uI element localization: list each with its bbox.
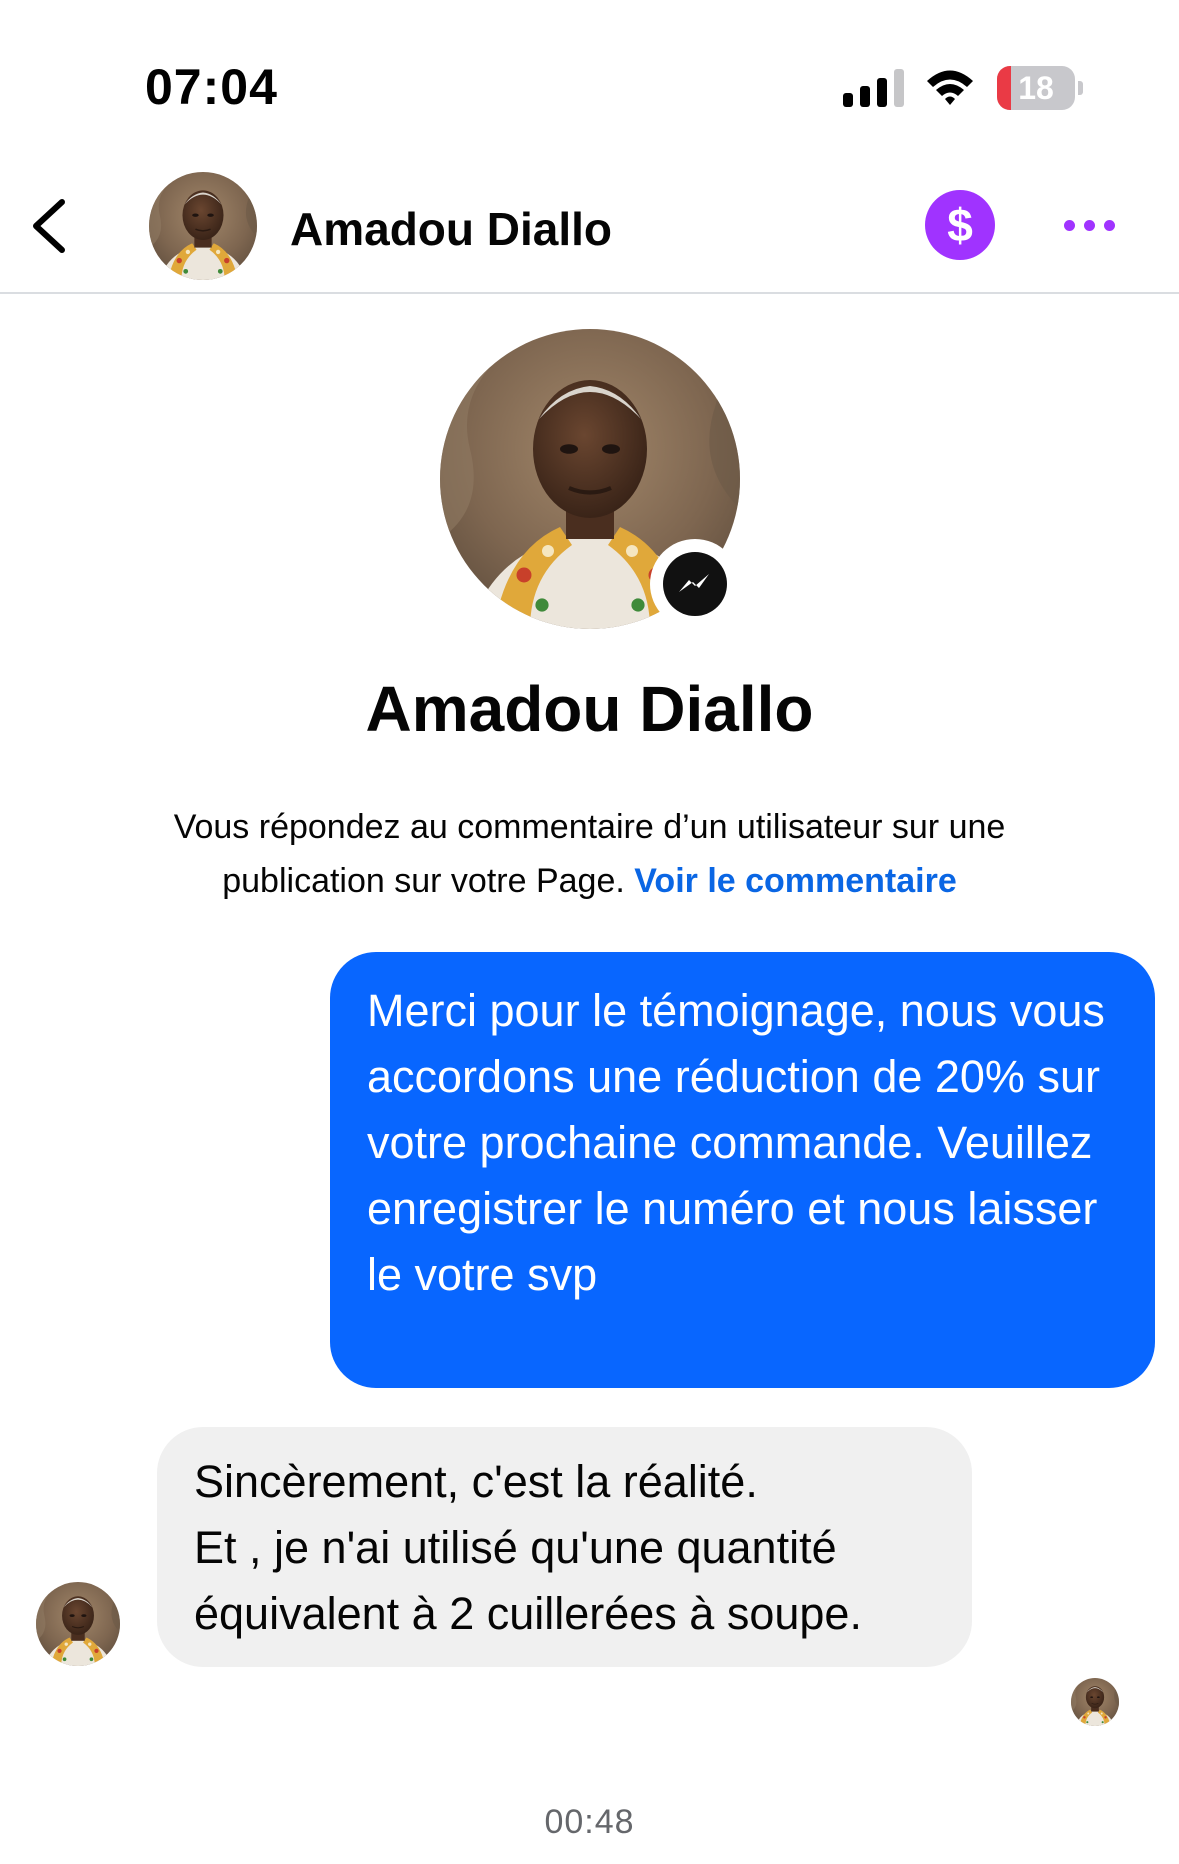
battery-tip xyxy=(1078,81,1083,95)
payment-button[interactable]: $ xyxy=(925,190,995,260)
messenger-icon xyxy=(679,574,709,592)
incoming-message-line-1: Sincèrement, c'est la réalité. xyxy=(194,1456,758,1507)
cellular-signal-icon xyxy=(843,69,904,107)
view-comment-link[interactable]: Voir le commentaire xyxy=(634,862,957,900)
status-bar: 07:04 18 xyxy=(0,0,1179,150)
wifi-icon xyxy=(927,70,973,105)
header-avatar[interactable] xyxy=(149,172,257,280)
context-note: Vous répondez au commentaire d’un utilis… xyxy=(100,800,1079,908)
avatar-image xyxy=(149,172,257,280)
incoming-message[interactable]: Sincèrement, c'est la réalité. Et , je n… xyxy=(157,1427,972,1667)
profile-name: Amadou Diallo xyxy=(365,673,814,745)
more-options-button[interactable] xyxy=(1058,202,1122,248)
outgoing-message[interactable]: Merci pour le témoignage, nous vous acco… xyxy=(330,952,1155,1388)
back-button[interactable] xyxy=(22,190,78,262)
avatar-image xyxy=(36,1582,120,1666)
voice-timestamp: 00:48 xyxy=(544,1803,635,1841)
status-time: 07:04 xyxy=(145,59,278,115)
back-chevron-icon xyxy=(33,199,65,253)
battery-level: 18 xyxy=(1018,70,1054,106)
battery-indicator: 18 xyxy=(997,66,1083,110)
read-receipt-avatar xyxy=(1071,1678,1119,1726)
header-contact-name[interactable]: Amadou Diallo xyxy=(290,202,612,256)
messenger-badge xyxy=(650,539,740,629)
dollar-icon: $ xyxy=(947,199,973,251)
chat-header: Amadou Diallo $ xyxy=(0,150,1179,294)
sender-avatar[interactable] xyxy=(36,1582,120,1666)
avatar-image xyxy=(1071,1678,1119,1726)
battery-icon: 18 xyxy=(997,66,1075,110)
chat-screen: 07:04 18 Amadou Diallo $ Amadou Diallo V… xyxy=(0,0,1179,1864)
incoming-message-line-2: Et , je n'ai utilisé qu'une quantité équ… xyxy=(194,1522,862,1639)
